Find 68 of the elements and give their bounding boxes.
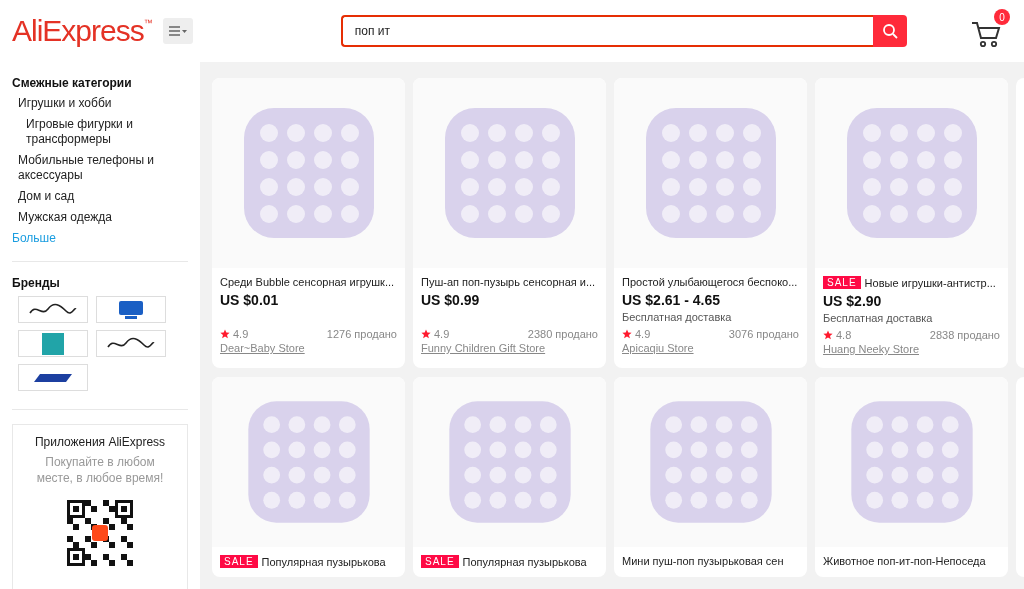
star-icon [622, 329, 632, 339]
sold-count: 3076 продано [728, 328, 799, 340]
star-icon [421, 329, 431, 339]
store-link[interactable]: Huang Neeky Store [823, 343, 1000, 355]
store-link[interactable]: Funny Children Gift Store [421, 342, 598, 354]
category-link[interactable]: Мужская одежда [18, 210, 188, 225]
product-price: US $0.01 [220, 292, 280, 310]
product-card[interactable]: SALE Популярная пузырькова [212, 377, 405, 577]
menu-button[interactable] [162, 18, 193, 44]
search-button[interactable] [872, 15, 907, 47]
product-title[interactable]: Мини пуш-поп пузырьковая сен [622, 555, 784, 567]
product-title[interactable]: Популярная пузырькова [462, 555, 587, 568]
sold-count: 2838 продано [929, 329, 1000, 341]
brand-logo-drawing [28, 302, 78, 317]
brand-logo-drawing [119, 300, 143, 319]
category-link[interactable]: Дом и сад [18, 189, 188, 204]
product-price: US $2.61 - 4.65 [622, 292, 722, 310]
product-price: US $2.90 [823, 293, 883, 311]
product-card[interactable]: Пуш-ап поп-пузырь сенсорная и... US $0.99 4.9 2380 продано Funny Children Gift Store [413, 78, 606, 368]
search-field[interactable]: поп ит [340, 15, 873, 47]
rating-value: 4.9 [233, 328, 249, 340]
rating-value: 4.9 [434, 328, 450, 340]
product-card[interactable]: Среди Bubble сенсорная игрушк... US $0.01 4.9 1276 продано Dear~Baby Store [212, 78, 405, 368]
product-card[interactable]: Животное поп-ит-поп-Непоседа [815, 377, 1008, 577]
brand-tile[interactable] [96, 330, 166, 357]
brand-tile[interactable] [18, 364, 88, 391]
category-link[interactable]: Игровые фигурки и трансформеры [26, 117, 188, 147]
section-heading: Бренды [12, 276, 61, 290]
brand-tile[interactable] [96, 296, 166, 323]
aliexpress-logo[interactable]: AliExpress™ [12, 14, 153, 48]
category-link[interactable]: Мобильные телефоны и аксессуары [18, 153, 188, 183]
shipping-note: Бесплатная доставка [622, 311, 732, 323]
app-promo-title: Приложения AliExpress [34, 435, 166, 449]
rating-value: 4.8 [836, 329, 852, 341]
star-icon [823, 330, 833, 340]
brand-logo-drawing [42, 332, 64, 355]
product-title[interactable]: Пуш-ап поп-пузырь сенсорная и... [421, 276, 596, 288]
brand-tile[interactable] [18, 330, 88, 357]
product-price: US $0.99 [421, 292, 481, 310]
store-link[interactable]: Apicaqiu Store [622, 342, 799, 354]
cart-count-badge: 0 [994, 9, 1010, 25]
menu-icon [168, 26, 187, 36]
search-icon [881, 23, 898, 39]
brand-logo-drawing [32, 372, 74, 383]
app-promo-text: Покупайте в любом месте, в любое время! [35, 454, 165, 486]
sale-badge: SALE [220, 555, 258, 568]
product-title[interactable]: Животное поп-ит-поп-Непоседа [823, 555, 986, 567]
rating-value: 4.9 [635, 328, 651, 340]
sold-count: 1276 продано [326, 328, 397, 340]
store-link[interactable]: Dear~Baby Store [220, 342, 397, 354]
product-card[interactable]: SALE Популярная пузырькова [413, 377, 606, 577]
product-title[interactable]: Новые игрушки-антистр... [864, 276, 996, 289]
product-title[interactable]: Среди Bubble сенсорная игрушк... [220, 276, 395, 288]
shipping-note: Бесплатная доставка [823, 312, 933, 324]
sold-count: 2380 продано [527, 328, 598, 340]
qr-code-drawing [67, 500, 133, 566]
product-card[interactable]: Простой улыбающегося беспоко... US $2.61 - 4.65 Бесплатная доставка 4.9 3076 продано Apicaqiu Store [614, 78, 807, 368]
brand-tile[interactable] [18, 296, 88, 323]
section-heading: Смежные категории [12, 76, 133, 90]
sale-badge: SALE [421, 555, 459, 568]
star-icon [220, 329, 230, 339]
product-card[interactable]: Мини пуш-поп пузырьковая сен [614, 377, 807, 577]
product-card[interactable]: SALE Новые игрушки-антистр... US $2.90 Бесплатная доставка 4.8 2838 продано Huang Neeky Store [815, 78, 1008, 368]
category-link[interactable]: Игрушки и хобби [18, 96, 188, 111]
product-title[interactable]: Популярная пузырькова [261, 555, 386, 568]
sale-badge: SALE [823, 276, 861, 289]
brand-logo-drawing [106, 336, 156, 351]
product-title[interactable]: Простой улыбающегося беспоко... [622, 276, 798, 288]
